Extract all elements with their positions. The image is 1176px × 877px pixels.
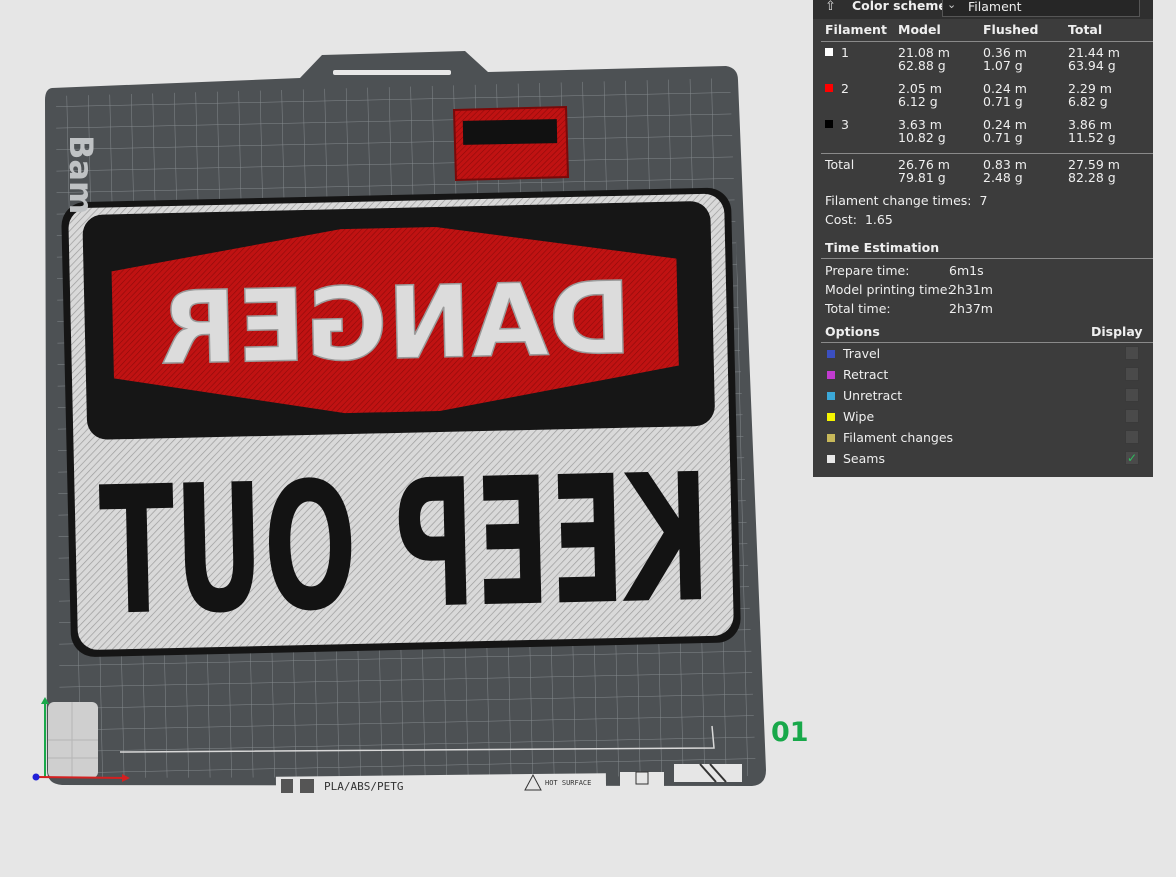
total-total: 27.59 m 82.28 g (1068, 157, 1120, 185)
plate-warning-text: HOT SURFACE (545, 779, 591, 787)
filament-color-swatch (825, 48, 833, 56)
collapse-icon[interactable]: ⇧ (825, 0, 836, 14)
small-print-object (452, 105, 570, 182)
color-scheme-value: Filament (968, 0, 1022, 14)
model-usage: 2.05 m 6.12 g (898, 81, 942, 109)
gcode-legend-panel: ⇧ Color scheme ⌄ Filament Filament Model… (813, 0, 1153, 477)
total-label: Total (825, 157, 855, 172)
filament-id: 3 (825, 118, 849, 131)
flushed-usage: 0.36 m 1.07 g (983, 45, 1027, 73)
color-swatch (827, 434, 835, 442)
option-unretract[interactable]: Unretract (825, 386, 1145, 407)
build-plate-scene: DANGER KEEP OUT Bam PLA/ABS/PETG HOT SUR… (32, 51, 766, 799)
model-usage: 21.08 m 62.88 g (898, 45, 950, 73)
header-flushed: Flushed (983, 22, 1039, 37)
display-checkbox[interactable] (1125, 409, 1139, 423)
option-seams[interactable]: Seams ✓ (825, 449, 1145, 470)
header-model: Model (898, 22, 941, 37)
option-wipe[interactable]: Wipe (825, 407, 1145, 428)
color-swatch (827, 392, 835, 400)
danger-sign-model: DANGER KEEP OUT (61, 187, 741, 657)
flushed-usage: 0.24 m 0.71 g (983, 81, 1027, 109)
color-scheme-select[interactable]: ⌄ Filament (942, 0, 1140, 17)
filament-color-swatch (825, 84, 833, 92)
plate-material-text: PLA/ABS/PETG (324, 780, 403, 793)
display-checkbox[interactable] (1125, 367, 1139, 381)
plate-number[interactable]: 01 (771, 717, 809, 748)
display-checkbox[interactable] (1125, 430, 1139, 444)
total-usage: 3.86 m 11.52 g (1068, 117, 1116, 145)
option-travel[interactable]: Travel (825, 344, 1145, 365)
sign-text-danger: DANGER (159, 260, 633, 388)
checkmark-icon[interactable]: ✓ (1125, 451, 1139, 465)
total-usage: 21.44 m 63.94 g (1068, 45, 1120, 73)
header-filament: Filament (825, 22, 887, 37)
chevron-down-icon: ⌄ (947, 0, 957, 11)
option-filament-changes[interactable]: Filament changes (825, 428, 1145, 449)
color-swatch (827, 413, 835, 421)
total-model: 26.76 m 79.81 g (898, 157, 950, 185)
display-checkbox[interactable] (1125, 346, 1139, 360)
filament-color-swatch (825, 120, 833, 128)
header-total: Total (1068, 22, 1103, 37)
sign-text-keep-out: KEEP OUT (98, 436, 712, 655)
option-retract[interactable]: Retract (825, 365, 1145, 386)
filament-id: 1 (825, 46, 849, 59)
flushed-usage: 0.24 m 0.71 g (983, 117, 1027, 145)
color-scheme-row: ⇧ Color scheme ⌄ Filament (813, 0, 1153, 19)
total-usage: 2.29 m 6.82 g (1068, 81, 1112, 109)
color-swatch (827, 371, 835, 379)
filament-id: 2 (825, 82, 849, 95)
model-usage: 3.63 m 10.82 g (898, 117, 946, 145)
color-swatch (827, 350, 835, 358)
color-swatch (827, 455, 835, 463)
total-flushed: 0.83 m 2.48 g (983, 157, 1027, 185)
display-checkbox[interactable] (1125, 388, 1139, 402)
color-scheme-label: Color scheme (852, 0, 947, 13)
3d-viewport[interactable]: DANGER KEEP OUT Bam PLA/ABS/PETG HOT SUR… (0, 0, 810, 877)
bed-brand-text: Bam (62, 135, 100, 214)
